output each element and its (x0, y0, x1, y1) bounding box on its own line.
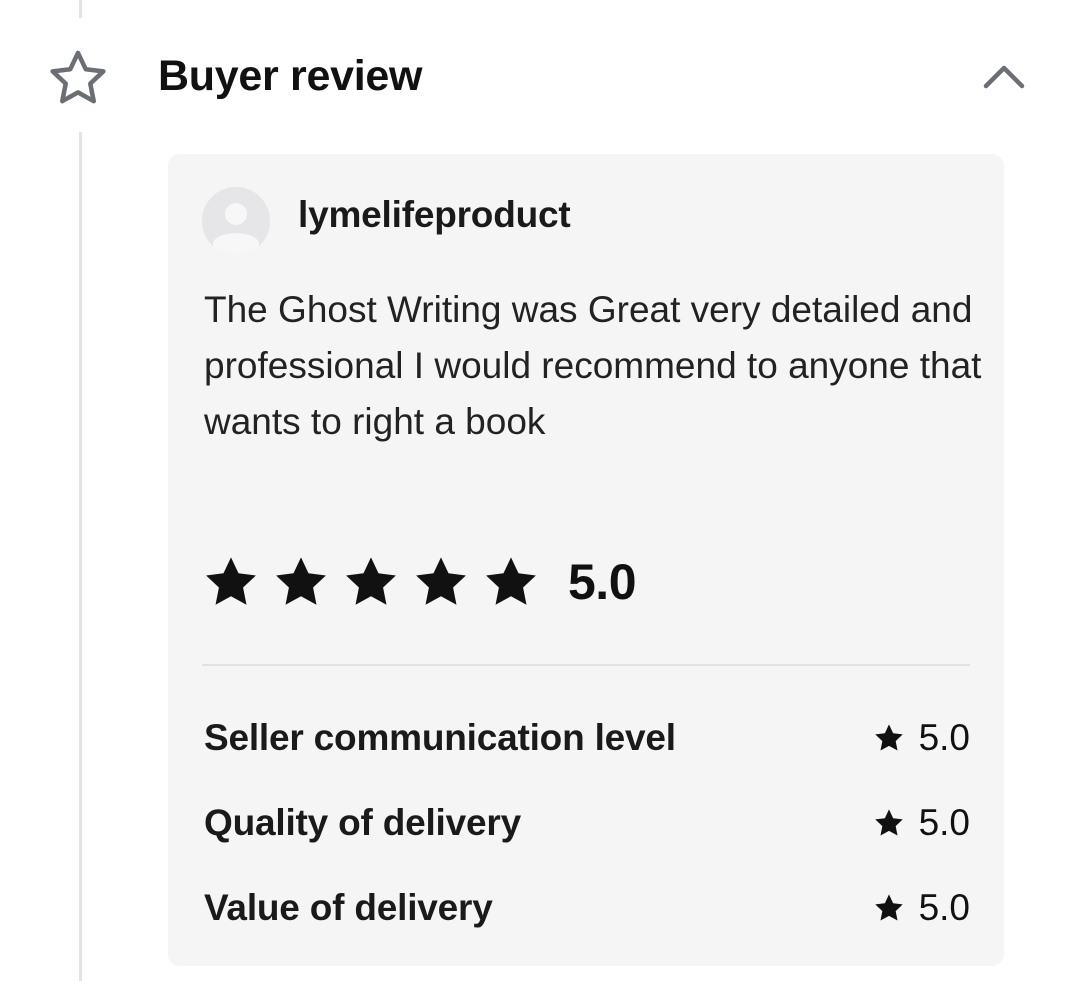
sub-rating-value: 5.0 (918, 887, 970, 928)
sub-rating-value: 5.0 (918, 717, 970, 758)
section-title: Buyer review (158, 52, 423, 100)
sub-rating-value: 5.0 (918, 802, 970, 843)
star-filled-icon (486, 557, 536, 605)
star-filled-icon (276, 557, 326, 605)
sub-rating-communication: Seller communication level 5.0 (204, 713, 970, 763)
timeline-line-top (79, 0, 82, 18)
overall-rating: 5.0 (202, 552, 637, 612)
review-card: lymelifeproduct The Ghost Writing was Gr… (168, 154, 1004, 966)
collapse-button[interactable] (978, 54, 1030, 98)
sub-rating-label: Quality of delivery (204, 802, 521, 843)
star-filled-icon (206, 557, 256, 605)
default-avatar-icon (202, 187, 270, 255)
timeline-line-bottom (79, 132, 82, 981)
chevron-up-icon (983, 65, 1025, 89)
review-text: The Ghost Writing was Great very detaile… (204, 289, 982, 442)
star-filled-icon (416, 557, 466, 605)
sub-rating-quality: Quality of delivery 5.0 (204, 798, 970, 848)
avatar[interactable] (202, 187, 270, 255)
sub-rating-value-of-delivery: Value of delivery 5.0 (204, 883, 970, 933)
buyer-review-section: Buyer review lymelifeproduct The Ghost W… (0, 0, 1080, 981)
sub-rating-label: Seller communication level (204, 717, 676, 758)
star-outline-icon (50, 50, 106, 104)
reviewer-username[interactable]: lymelifeproduct (298, 192, 571, 238)
overall-score: 5.0 (568, 554, 637, 610)
divider (202, 664, 970, 666)
star-filled-icon (874, 809, 903, 836)
star-filled-icon (346, 557, 396, 605)
star-filled-icon (874, 724, 903, 751)
sub-rating-label: Value of delivery (204, 887, 493, 928)
star-filled-icon (874, 894, 903, 921)
